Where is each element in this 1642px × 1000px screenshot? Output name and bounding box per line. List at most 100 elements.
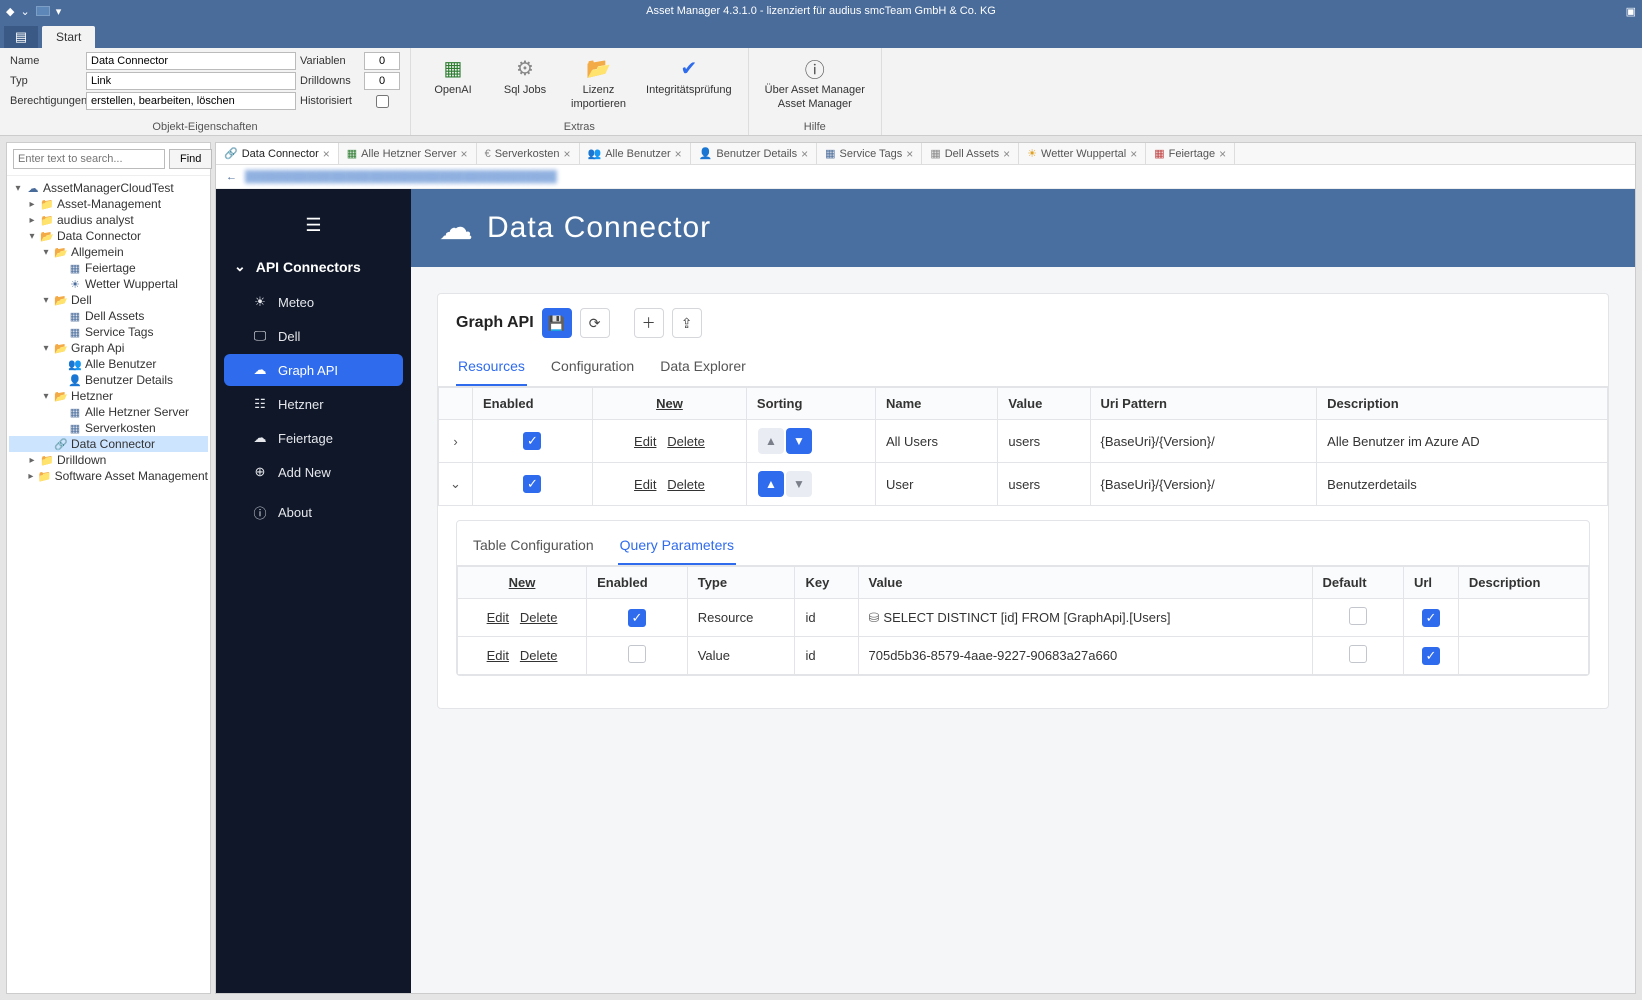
edit-link[interactable]: Edit — [634, 477, 656, 492]
tab-alle-benutzer[interactable]: 👥Alle Benutzer× — [580, 143, 691, 164]
tree-dell[interactable]: ▾📂Dell — [9, 292, 208, 308]
back-icon[interactable]: ← — [226, 171, 237, 183]
tree-feiertage[interactable]: ▦Feiertage — [9, 260, 208, 276]
edit-link[interactable]: Edit — [487, 648, 509, 663]
close-icon[interactable]: × — [1003, 147, 1010, 161]
dc-item-dell[interactable]: 🖵Dell — [224, 320, 403, 352]
sort-up-button[interactable]: ▲ — [758, 471, 784, 497]
default-checkbox[interactable] — [1349, 645, 1367, 663]
enabled-checkbox[interactable]: ✓ — [628, 609, 646, 627]
tab-dell-assets[interactable]: ▦Dell Assets× — [922, 143, 1019, 164]
tree-dc-leaf[interactable]: 🔗Data Connector — [9, 436, 208, 452]
tree-sam[interactable]: ▸📁Software Asset Management — [9, 468, 208, 484]
color-swatch[interactable] — [36, 6, 50, 16]
lizenz-button[interactable]: 📂Lizenzimportieren — [571, 54, 626, 110]
tree-data-connector[interactable]: ▾📂Data Connector — [9, 228, 208, 244]
drilldowns-field[interactable] — [364, 72, 400, 90]
nav-tree[interactable]: ▾☁AssetManagerCloudTest ▸📁Asset-Manageme… — [7, 176, 210, 993]
hamburger-icon[interactable]: ☰ — [216, 209, 411, 248]
tree-root[interactable]: ▾☁AssetManagerCloudTest — [9, 180, 208, 196]
about-button[interactable]: ⓘÜber Asset ManagerAsset Manager — [765, 54, 865, 110]
tab-wetter[interactable]: ☀Wetter Wuppertal× — [1019, 143, 1146, 164]
tab-query-params[interactable]: Query Parameters — [618, 531, 736, 565]
sqljobs-button[interactable]: ⚙Sql Jobs — [499, 54, 551, 96]
tab-benutzer-details[interactable]: 👤Benutzer Details× — [691, 143, 817, 164]
dropdown-icon[interactable]: ⌄ — [20, 5, 29, 18]
expand-icon[interactable]: › — [453, 434, 457, 449]
tab-resources[interactable]: Resources — [456, 352, 527, 386]
add-button[interactable]: ＋ — [634, 308, 664, 338]
dc-item-graph[interactable]: ☁Graph API — [224, 354, 403, 386]
find-button[interactable]: Find — [169, 149, 212, 169]
delete-link[interactable]: Delete — [667, 434, 705, 449]
dc-item-add[interactable]: ⊕Add New — [224, 456, 403, 488]
tree-drilldown[interactable]: ▸📁Drilldown — [9, 452, 208, 468]
tree-hetzner[interactable]: ▾📂Hetzner — [9, 388, 208, 404]
variablen-field[interactable] — [364, 52, 400, 70]
close-icon[interactable]: × — [564, 147, 571, 161]
delete-link[interactable]: Delete — [667, 477, 705, 492]
tree-benutzer-details[interactable]: 👤Benutzer Details — [9, 372, 208, 388]
berechtigungen-field[interactable] — [86, 92, 296, 110]
tree-service-tags[interactable]: ▦Service Tags — [9, 324, 208, 340]
tab-configuration[interactable]: Configuration — [549, 352, 636, 386]
dc-item-about[interactable]: ⓘAbout — [224, 495, 403, 530]
tree-allgemein[interactable]: ▾📂Allgemein — [9, 244, 208, 260]
new-link[interactable]: New — [509, 575, 536, 590]
edit-link[interactable]: Edit — [487, 610, 509, 625]
ribbon-tab-start[interactable]: Start — [42, 26, 95, 48]
tree-serverkosten[interactable]: ▦Serverkosten — [9, 420, 208, 436]
tree-graph-api[interactable]: ▾📂Graph Api — [9, 340, 208, 356]
name-field[interactable] — [86, 52, 296, 70]
close-icon[interactable]: × — [906, 147, 913, 161]
file-menu-button[interactable]: ▤ — [4, 26, 38, 48]
tab-explorer[interactable]: Data Explorer — [658, 352, 748, 386]
tree-audius[interactable]: ▸📁audius analyst — [9, 212, 208, 228]
tree-asset-management[interactable]: ▸📁Asset-Management — [9, 196, 208, 212]
dc-item-feiertage[interactable]: ☁Feiertage — [224, 422, 403, 454]
dc-item-hetzner[interactable]: ☷Hetzner — [224, 388, 403, 420]
enabled-checkbox[interactable] — [628, 645, 646, 663]
tab-service-tags[interactable]: ▦Service Tags× — [817, 143, 922, 164]
close-icon[interactable]: × — [323, 147, 330, 161]
tree-wetter[interactable]: ☀Wetter Wuppertal — [9, 276, 208, 292]
tree-dell-assets[interactable]: ▦Dell Assets — [9, 308, 208, 324]
search-input[interactable] — [13, 149, 165, 169]
tree-alle-hetzner[interactable]: ▦Alle Hetzner Server — [9, 404, 208, 420]
export-button[interactable]: ⇪ — [672, 308, 702, 338]
default-checkbox[interactable] — [1349, 607, 1367, 625]
dc-item-meteo[interactable]: ☀Meteo — [224, 286, 403, 318]
refresh-button[interactable]: ⟳ — [580, 308, 610, 338]
typ-field[interactable] — [86, 72, 296, 90]
tab-serverkosten[interactable]: €Serverkosten× — [477, 143, 580, 164]
save-button[interactable]: 💾 — [542, 308, 572, 338]
dc-section-api[interactable]: ⌄API Connectors — [216, 248, 411, 285]
historisiert-checkbox[interactable] — [376, 95, 389, 108]
close-icon[interactable]: × — [1130, 147, 1137, 161]
url-checkbox[interactable]: ✓ — [1422, 609, 1440, 627]
dropdown-icon-2[interactable]: ▾ — [56, 5, 62, 18]
sort-down-button[interactable]: ▼ — [786, 471, 812, 497]
enabled-checkbox[interactable]: ✓ — [523, 475, 541, 493]
close-icon[interactable]: × — [801, 147, 808, 161]
sort-up-button[interactable]: ▲ — [758, 428, 784, 454]
tab-feiertage[interactable]: ▦Feiertage× — [1146, 143, 1235, 164]
integritaet-button[interactable]: ✔Integritätsprüfung — [646, 54, 732, 96]
delete-link[interactable]: Delete — [520, 610, 558, 625]
url-checkbox[interactable]: ✓ — [1422, 647, 1440, 665]
maximize-icon[interactable]: ▣ — [1626, 6, 1636, 18]
new-link[interactable]: New — [656, 396, 683, 411]
sort-down-button[interactable]: ▼ — [786, 428, 812, 454]
edit-link[interactable]: Edit — [634, 434, 656, 449]
tab-alle-hetzner[interactable]: ▦Alle Hetzner Server× — [339, 143, 477, 164]
openai-button[interactable]: ▦OpenAI — [427, 54, 479, 96]
collapse-icon[interactable]: ⌄ — [450, 476, 461, 491]
delete-link[interactable]: Delete — [520, 648, 558, 663]
close-icon[interactable]: × — [675, 147, 682, 161]
close-icon[interactable]: × — [461, 147, 468, 161]
tab-data-connector[interactable]: 🔗Data Connector× — [216, 143, 339, 164]
close-icon[interactable]: × — [1219, 147, 1226, 161]
enabled-checkbox[interactable]: ✓ — [523, 432, 541, 450]
tab-table-config[interactable]: Table Configuration — [471, 531, 596, 565]
tree-alle-benutzer[interactable]: 👥Alle Benutzer — [9, 356, 208, 372]
